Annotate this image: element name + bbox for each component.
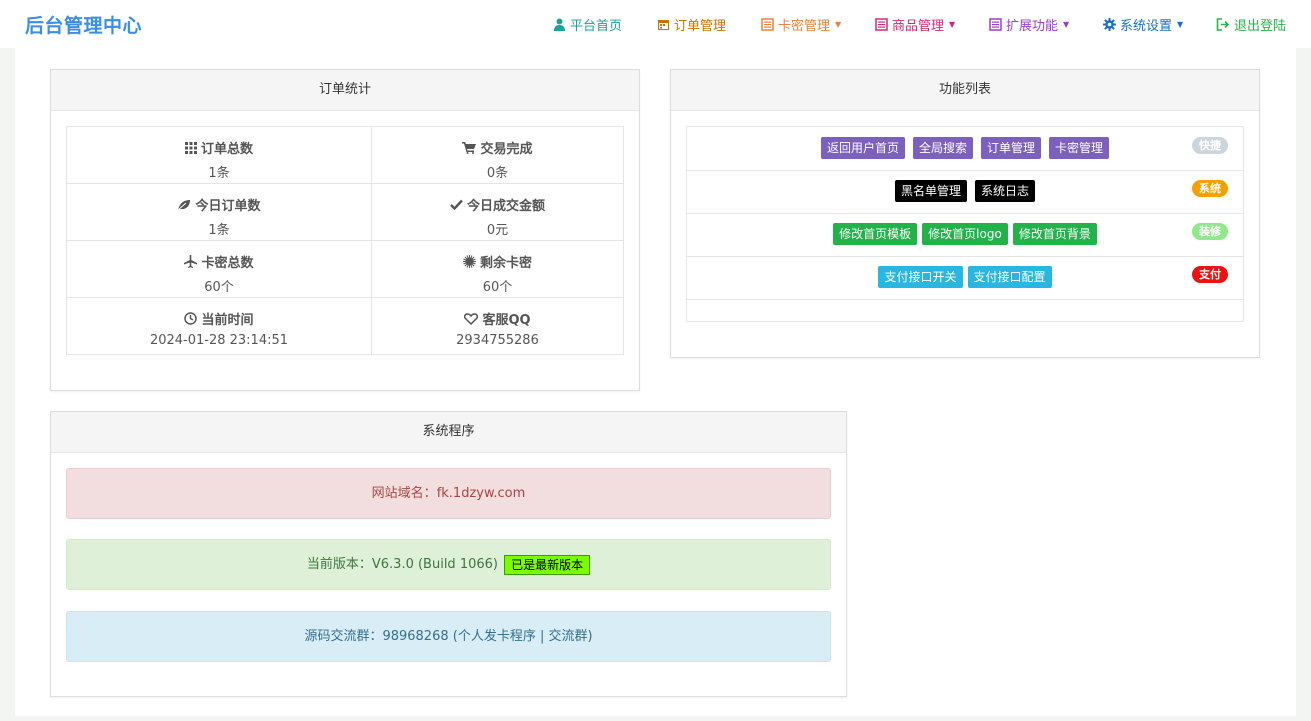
stat-order-total: 订单总数 1条 [67, 127, 372, 184]
nav-product-manage[interactable]: 商品管理 ▼ [875, 15, 955, 34]
stat-label: 卡密总数 [201, 256, 254, 271]
cart-icon [462, 141, 477, 154]
top-navbar: 后台管理中心 平台首页 订单管理 卡密管理 ▼ 商品管理 ▼ 扩展功能 ▼ 系统… [0, 0, 1311, 48]
clock-icon [184, 312, 198, 325]
system-badge: 系统 [1192, 180, 1228, 197]
chevron-down-icon: ▼ [1177, 20, 1184, 29]
stat-value: 60个 [482, 280, 513, 295]
function-row-decorate: 修改首页模板 修改首页logo 修改首页背景 装修 [687, 213, 1243, 257]
blacklist-manage-button[interactable]: 黑名单管理 [894, 180, 967, 202]
chevron-down-icon: ▼ [949, 20, 956, 29]
grid-icon [184, 141, 197, 154]
payment-switch-button[interactable]: 支付接口开关 [878, 266, 963, 288]
nav-label: 平台首页 [570, 19, 623, 34]
stat-value: 2024-01-28 23:14:51 [149, 333, 289, 348]
domain-alert: 网站域名：fk.1dzyw.com [66, 468, 831, 519]
card-manage-button[interactable]: 卡密管理 [1049, 137, 1110, 159]
list-alt-icon [875, 18, 888, 31]
stat-today-amount: 今日成交金额 0元 [372, 184, 623, 241]
user-icon [554, 18, 565, 31]
main-content: 订单统计 订单总数 1条 交易完成 0条 今日订单数 1条 今日成交金额 0元 … [15, 48, 1296, 716]
group-value: 98968268 [382, 629, 449, 644]
gear-icon [1103, 18, 1116, 31]
stat-card-total: 卡密总数 60个 [67, 241, 372, 298]
nav-label: 商品管理 [892, 19, 945, 34]
certificate-icon [462, 255, 476, 268]
plane-icon [184, 255, 198, 268]
nav-system-settings[interactable]: 系统设置 ▼ [1103, 15, 1183, 34]
panel-title: 系统程序 [51, 412, 846, 453]
leaf-icon [178, 199, 191, 210]
chevron-down-icon: ▼ [835, 20, 842, 29]
stat-today-orders: 今日订单数 1条 [67, 184, 372, 241]
panel-title: 订单统计 [51, 70, 639, 111]
version-value: V6.3.0 (Build 1066) [371, 557, 498, 572]
list-alt-icon [761, 18, 774, 31]
stat-label: 今日订单数 [195, 199, 261, 214]
function-row-payment: 支付接口开关 支付接口配置 支付 [687, 256, 1243, 300]
group-label: 源码交流群： [304, 629, 383, 644]
function-list: 返回用户首页 全局搜索 订单管理 卡密管理 快捷 黑名单管理 系统日志 系统 修… [686, 126, 1244, 322]
stat-trade-done: 交易完成 0条 [372, 127, 623, 184]
nav-platform-home[interactable]: 平台首页 [553, 15, 622, 34]
stat-value: 1条 [208, 223, 230, 238]
decorate-badge: 装修 [1192, 223, 1228, 240]
function-row-shortcut: 返回用户首页 全局搜索 订单管理 卡密管理 快捷 [687, 127, 1243, 171]
stat-card-remaining: 剩余卡密 60个 [372, 241, 623, 298]
version-label: 当前版本： [306, 557, 372, 572]
order-stats-panel: 订单统计 订单总数 1条 交易完成 0条 今日订单数 1条 今日成交金额 0元 … [50, 69, 640, 391]
stat-value: 2934755286 [456, 333, 539, 348]
payment-config-button[interactable]: 支付接口配置 [967, 266, 1052, 288]
list-alt-icon [989, 18, 1002, 31]
stat-label: 剩余卡密 [479, 256, 532, 271]
stat-label: 今日成交金额 [466, 199, 545, 214]
nav-label: 退出登陆 [1234, 19, 1287, 34]
edit-home-background-button[interactable]: 修改首页背景 [1012, 223, 1097, 245]
function-row-system: 黑名单管理 系统日志 系统 [687, 170, 1243, 214]
shortcut-badge: 快捷 [1192, 137, 1228, 154]
group-alert: 源码交流群：98968268 (个人发卡程序 | 交流群) [66, 611, 831, 662]
version-alert: 当前版本：V6.3.0 (Build 1066) 已是最新版本 [66, 539, 831, 590]
logout-icon [1216, 18, 1230, 31]
edit-home-template-button[interactable]: 修改首页模板 [833, 223, 918, 245]
stat-value: 0元 [486, 223, 509, 238]
group-note: (个人发卡程序 | 交流群) [452, 629, 593, 644]
stat-label: 交易完成 [480, 142, 533, 157]
nav-logout[interactable]: 退出登陆 [1216, 15, 1286, 34]
payment-badge: 支付 [1192, 266, 1228, 283]
nav-extensions[interactable]: 扩展功能 ▼ [989, 15, 1069, 34]
stat-label: 客服QQ [482, 313, 531, 328]
panel-title: 功能列表 [671, 70, 1259, 111]
nav-label: 卡密管理 [778, 19, 831, 34]
stat-service-qq: 客服QQ 2934755286 [372, 298, 623, 355]
global-search-button[interactable]: 全局搜索 [912, 137, 973, 159]
domain-label: 网站域名： [371, 486, 437, 501]
nav-label: 扩展功能 [1006, 19, 1059, 34]
stat-label: 当前时间 [201, 313, 254, 328]
heart-icon [464, 312, 479, 325]
nav-card-manage[interactable]: 卡密管理 ▼ [761, 15, 841, 34]
order-manage-button[interactable]: 订单管理 [981, 137, 1042, 159]
stat-current-time: 当前时间 2024-01-28 23:14:51 [67, 298, 372, 355]
stat-value: 0条 [486, 166, 509, 181]
stat-value: 1条 [208, 166, 230, 181]
chevron-down-icon: ▼ [1063, 20, 1070, 29]
latest-version-badge: 已是最新版本 [504, 554, 591, 575]
function-list-panel: 功能列表 返回用户首页 全局搜索 订单管理 卡密管理 快捷 黑名单管理 系统日志… [670, 69, 1260, 358]
nav-order-manage[interactable]: 订单管理 [657, 15, 726, 34]
nav-label: 系统设置 [1120, 19, 1173, 34]
back-user-home-button[interactable]: 返回用户首页 [820, 137, 905, 159]
check-icon [450, 199, 463, 210]
edit-home-logo-button[interactable]: 修改首页logo [922, 223, 1008, 245]
domain-value: fk.1dzyw.com [436, 486, 526, 501]
calendar-icon [658, 20, 669, 30]
stat-value: 60个 [204, 280, 234, 295]
brand-title[interactable]: 后台管理中心 [25, 11, 142, 38]
system-log-button[interactable]: 系统日志 [975, 180, 1036, 202]
system-program-panel: 系统程序 网站域名：fk.1dzyw.com 当前版本：V6.3.0 (Buil… [50, 411, 847, 697]
stats-grid: 订单总数 1条 交易完成 0条 今日订单数 1条 今日成交金额 0元 卡密总数 … [66, 126, 624, 355]
nav-label: 订单管理 [674, 19, 727, 34]
stat-label: 订单总数 [200, 142, 253, 157]
